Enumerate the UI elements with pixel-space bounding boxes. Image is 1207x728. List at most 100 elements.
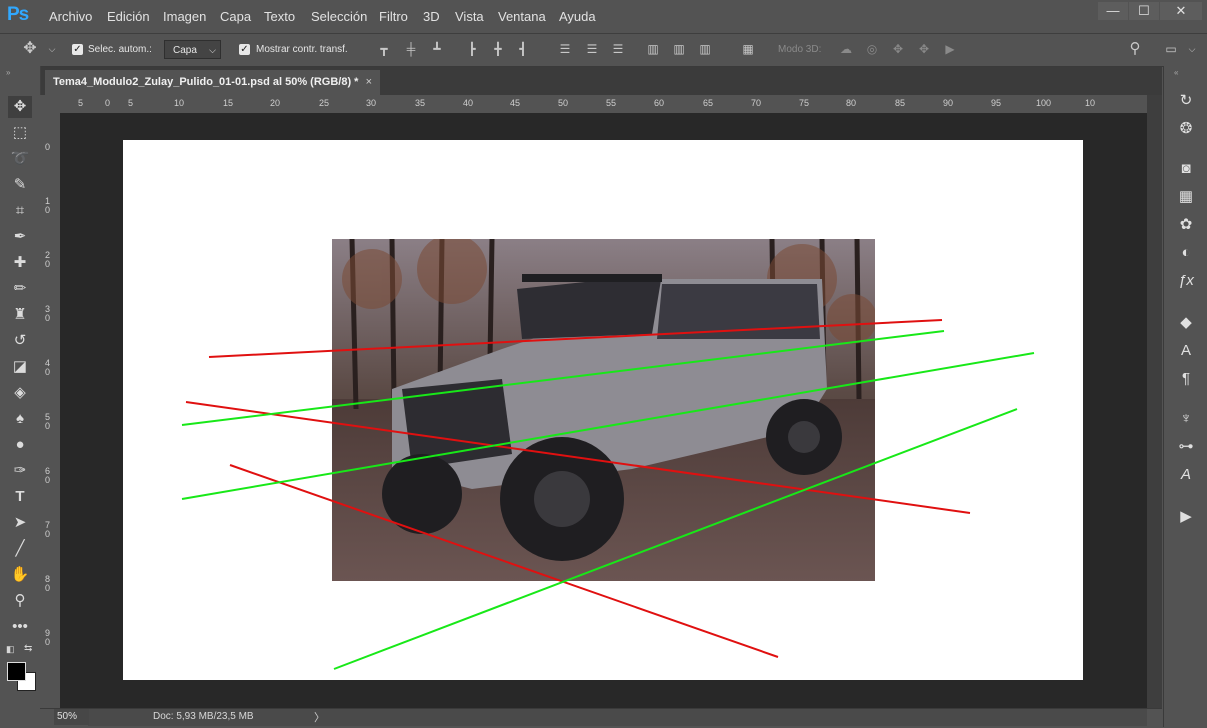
search-icon[interactable]: ⚲ — [1127, 41, 1143, 56]
panel-dock: « ↻ ❂ ◙ ▦ ✿ ◐ ƒx ◆ A ¶ ♆ ⊶ A ▶ — [1163, 66, 1207, 727]
paint-bucket-icon[interactable]: ◈ — [8, 382, 32, 404]
swatches-icon[interactable]: ▦ — [1174, 186, 1198, 208]
align-bottom-icon[interactable]: ┻ — [429, 42, 445, 56]
auto-select-checkbox[interactable]: ✓ — [72, 44, 83, 55]
layers-icon[interactable]: ◆ — [1174, 312, 1198, 334]
vertical-scrollbar[interactable] — [1147, 95, 1162, 708]
distribute-bottom-icon[interactable]: ☰ — [610, 42, 626, 56]
history-icon[interactable]: ↻ — [1174, 90, 1198, 112]
close-tab-icon[interactable]: × — [366, 70, 372, 94]
minimize-button[interactable]: — — [1098, 2, 1128, 20]
default-colors-icon[interactable]: ◧ — [6, 644, 15, 655]
menu-seleccion[interactable]: Selección — [311, 9, 367, 24]
styles-icon[interactable]: ✿ — [1174, 214, 1198, 236]
distribute-right-icon[interactable]: ▥ — [697, 42, 713, 56]
align-right-icon[interactable]: ┫ — [515, 42, 531, 56]
stamp-icon[interactable]: ♜ — [8, 304, 32, 326]
align-left-icon[interactable]: ┣ — [464, 42, 480, 56]
show-transform-label: Mostrar contr. transf. — [256, 44, 348, 55]
auto-align-icon[interactable]: ▦ — [740, 42, 756, 56]
lasso-icon[interactable]: ➰ — [8, 148, 32, 170]
eraser-icon[interactable]: ◪ — [8, 356, 32, 378]
maximize-button[interactable]: ☐ — [1129, 2, 1159, 20]
align-hcenter-icon[interactable]: ╋ — [490, 42, 506, 56]
type-icon[interactable]: T — [8, 486, 32, 508]
horizontal-ruler[interactable]: 5 0 5 10 15 20 25 30 35 40 45 50 55 60 6… — [60, 95, 1147, 114]
path-select-icon[interactable]: ➤ — [8, 512, 32, 534]
swap-colors-icon[interactable]: ⇆ — [24, 643, 32, 654]
chevron-down-icon[interactable]: ⌵ — [44, 42, 60, 56]
tools-panel: » ✥ ⬚ ➰ ✎ ⌗ ✒ ✚ ✏ ♜ ↺ ◪ ◈ ♠ ● ✑ T ➤ ╱ ✋ … — [0, 66, 41, 727]
brush-icon[interactable]: ✏ — [8, 278, 32, 300]
fx-icon[interactable]: ƒx — [1174, 270, 1198, 292]
workspace-icon[interactable]: ▭ — [1163, 42, 1179, 56]
collapse-dock-icon[interactable]: « — [1174, 68, 1178, 77]
move-tool-preset-icon[interactable]: ✥ — [22, 41, 38, 57]
distribute-vcenter-icon[interactable]: ☰ — [584, 42, 600, 56]
menu-texto[interactable]: Texto — [264, 9, 295, 24]
align-vcenter-icon[interactable]: ╪ — [403, 42, 419, 56]
menu-capa[interactable]: Capa — [220, 9, 251, 24]
healing-icon[interactable]: ✚ — [8, 252, 32, 274]
marquee-icon[interactable]: ⬚ — [8, 122, 32, 144]
brushes-icon[interactable]: ♆ — [1174, 408, 1198, 430]
orbit-3d-icon[interactable]: ☁ — [838, 42, 854, 56]
ruler-tick-label: 7 0 — [45, 520, 51, 539]
dodge-icon[interactable]: ● — [8, 434, 32, 456]
distribute-left-icon[interactable]: ▥ — [645, 42, 661, 56]
adjustments-icon[interactable]: ◐ — [1174, 242, 1198, 264]
quick-select-icon[interactable]: ✎ — [8, 174, 32, 196]
align-top-icon[interactable]: ┳ — [376, 42, 392, 56]
ruler-tick-label: 10 — [174, 98, 185, 108]
menu-3d[interactable]: 3D — [423, 9, 440, 24]
status-menu-arrow[interactable]: 〉 — [314, 709, 325, 725]
menu-ventana[interactable]: Ventana — [498, 9, 546, 24]
menu-archivo[interactable]: Archivo — [49, 9, 92, 24]
ruler-tick-label: 4 0 — [45, 358, 51, 377]
scale-3d-icon[interactable]: ▶ — [942, 42, 958, 56]
document-size-info: Doc: 5,93 MB/23,5 MB — [153, 711, 254, 722]
menu-ayuda[interactable]: Ayuda — [559, 9, 596, 24]
chevron-down-icon[interactable]: ⌵ — [1184, 42, 1200, 56]
pasteboard[interactable] — [60, 113, 1147, 708]
roll-3d-icon[interactable]: ◎ — [864, 42, 880, 56]
blur-icon[interactable]: ♠ — [8, 408, 32, 430]
move-icon[interactable]: ✥ — [8, 96, 32, 118]
foreground-color-swatch[interactable] — [7, 662, 26, 681]
distribute-top-icon[interactable]: ☰ — [557, 42, 573, 56]
ruler-tick-label: 10 — [1085, 98, 1096, 108]
color-icon[interactable]: ❂ — [1174, 118, 1198, 140]
slide-3d-icon[interactable]: ✥ — [916, 42, 932, 56]
ruler-tick-label: 35 — [415, 98, 426, 108]
collapse-panel-icon[interactable]: » — [6, 68, 10, 77]
auto-select-label: Selec. autom.: — [88, 44, 152, 55]
pen-icon[interactable]: ✑ — [8, 460, 32, 482]
menu-imagen[interactable]: Imagen — [163, 9, 206, 24]
hand-icon[interactable]: ✋ — [8, 564, 32, 586]
crop-icon[interactable]: ⌗ — [8, 200, 32, 222]
green-guide-line — [333, 408, 1018, 670]
menu-vista[interactable]: Vista — [455, 9, 484, 24]
character-icon[interactable]: A — [1174, 340, 1198, 362]
properties-icon[interactable]: ◙ — [1174, 158, 1198, 180]
show-transform-checkbox[interactable]: ✓ — [239, 44, 250, 55]
menu-edicion[interactable]: Edición — [107, 9, 150, 24]
zoom-level-field[interactable]: 50% — [54, 709, 89, 725]
zoom-icon[interactable]: ⚲ — [8, 590, 32, 612]
vertical-ruler[interactable]: 0 1 0 2 0 3 0 4 0 5 0 6 0 7 0 8 0 9 0 — [40, 113, 61, 708]
close-window-button[interactable]: ✕ — [1160, 2, 1202, 20]
line-icon[interactable]: ╱ — [8, 538, 32, 560]
pan-3d-icon[interactable]: ✥ — [890, 42, 906, 56]
channels-icon[interactable]: ⊶ — [1174, 436, 1198, 458]
menu-filtro[interactable]: Filtro — [379, 9, 408, 24]
glyphs-icon[interactable]: A — [1174, 464, 1198, 486]
more-tools-icon[interactable]: ••• — [8, 616, 32, 638]
eyedropper-icon[interactable]: ✒ — [8, 226, 32, 248]
history-brush-icon[interactable]: ↺ — [8, 330, 32, 352]
document-tab[interactable]: Tema4_Modulo2_Zulay_Pulido_01-01.psd al … — [45, 70, 380, 95]
distribute-hcenter-icon[interactable]: ▥ — [671, 42, 687, 56]
auto-select-target-dropdown[interactable]: Capa ⌵ — [164, 40, 221, 59]
paragraph-icon[interactable]: ¶ — [1174, 368, 1198, 390]
ruler-tick-label: 20 — [270, 98, 281, 108]
play-icon[interactable]: ▶ — [1174, 506, 1198, 528]
